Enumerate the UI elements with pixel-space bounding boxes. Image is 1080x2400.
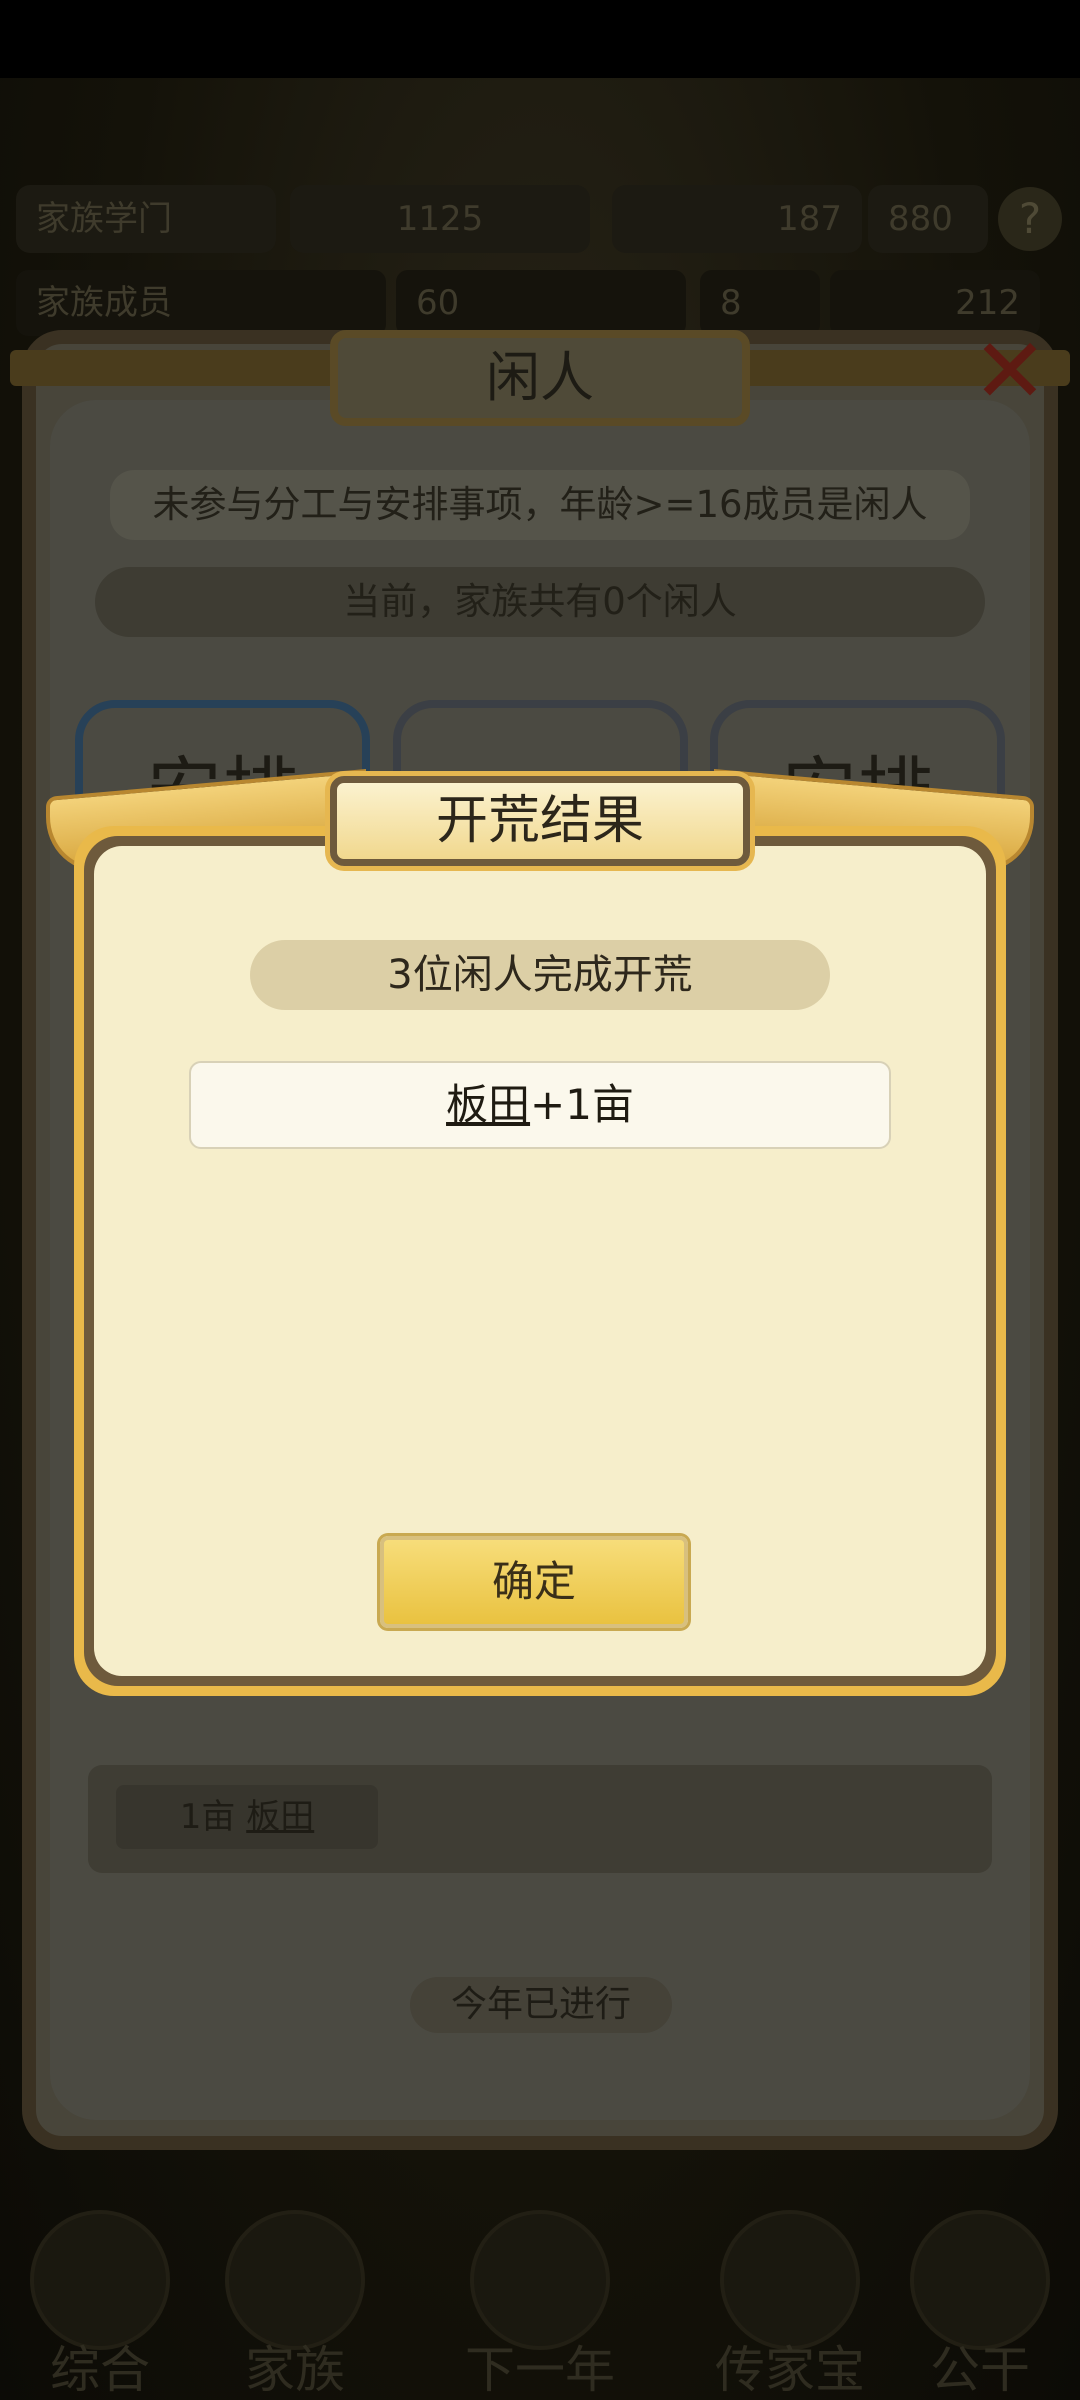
nav-overview[interactable]: 综合: [10, 2210, 190, 2400]
stat-value: 8: [700, 270, 820, 336]
idle-panel-header: 闲人: [0, 330, 1080, 430]
reward-land-link[interactable]: 板田: [446, 1080, 530, 1129]
nav-family[interactable]: 家族: [205, 2210, 385, 2400]
nav-label: 综合: [50, 2341, 150, 2399]
resource-value: 187: [612, 185, 862, 253]
nav-heirloom[interactable]: 传家宝: [700, 2210, 880, 2400]
nav-icon: [720, 2210, 860, 2350]
confirm-button[interactable]: 确定: [380, 1536, 688, 1628]
family-name: 家族学门: [16, 185, 276, 253]
reward-amount: +1亩: [530, 1080, 634, 1129]
nav-label: 家族: [245, 2341, 345, 2399]
nav-next-year[interactable]: 下一年: [450, 2210, 630, 2400]
idle-description: 未参与分工与安排事项，年龄>=16成员是闲人: [110, 470, 970, 540]
nav-label: 传家宝: [715, 2341, 865, 2399]
idle-panel-title: 闲人: [330, 330, 750, 426]
reclaimed-land-list: 1亩 板田: [88, 1765, 992, 1873]
year-status: 今年已进行: [410, 1977, 672, 2033]
nav-icon: [30, 2210, 170, 2350]
top-resource-bar: 家族学门 1125 187 880: [0, 185, 1080, 265]
reward-item: 板田+1亩: [189, 1061, 891, 1149]
dialog-title: 开荒结果: [330, 776, 750, 866]
nav-icon: [225, 2210, 365, 2350]
bottom-nav: 综合 家族 下一年 传家宝 公干: [0, 2210, 1080, 2400]
result-summary: 3位闲人完成开荒: [250, 940, 830, 1010]
resource-value: 880: [868, 185, 988, 253]
help-icon[interactable]: ?: [998, 187, 1062, 251]
nav-icon: [910, 2210, 1050, 2350]
land-name-link[interactable]: 板田: [246, 1797, 314, 1837]
nav-label: 公干: [930, 2341, 1030, 2399]
land-amount: 1亩: [179, 1797, 236, 1837]
resource-value: 1125: [290, 185, 590, 253]
family-members-label: 家族成员: [16, 270, 386, 336]
member-count: 60: [396, 270, 686, 336]
list-item: 1亩 板田: [116, 1785, 378, 1849]
close-icon[interactable]: ✕: [960, 322, 1060, 422]
nav-official[interactable]: 公干: [890, 2210, 1070, 2400]
idle-status: 当前，家族共有0个闲人: [95, 567, 985, 637]
nav-icon: [470, 2210, 610, 2350]
nav-label: 下一年: [465, 2341, 615, 2399]
